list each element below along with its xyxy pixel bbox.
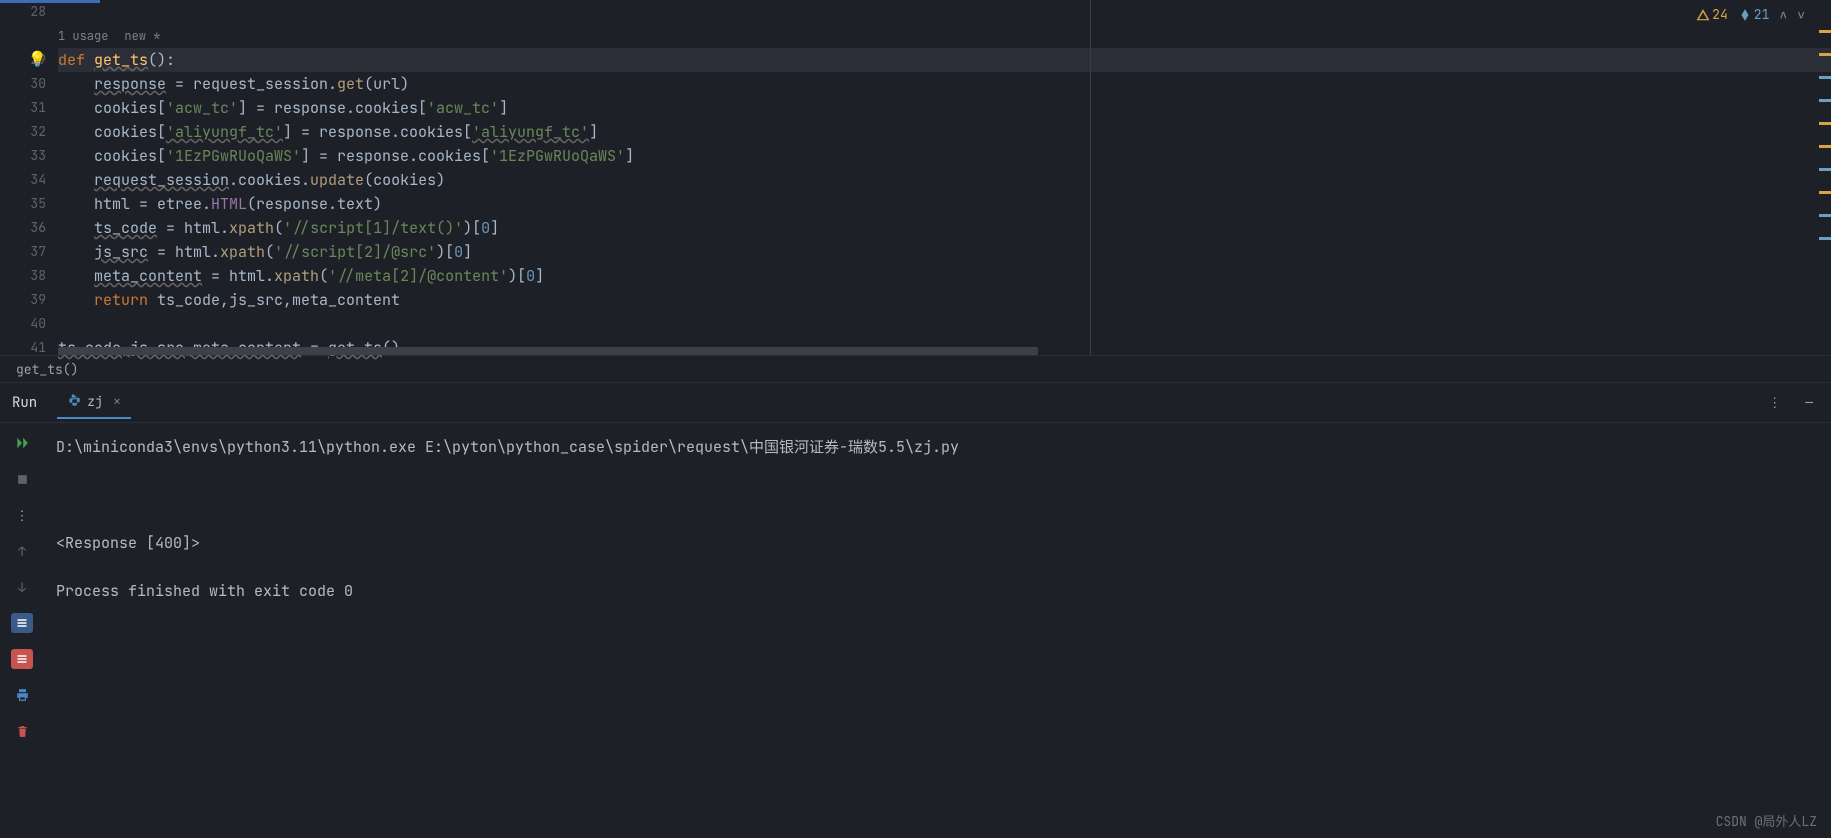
python-file-icon xyxy=(67,393,81,411)
line-number[interactable]: 32 xyxy=(0,120,46,144)
intention-bulb-icon[interactable]: 💡 xyxy=(28,49,47,69)
prev-highlight-icon[interactable]: ∧ xyxy=(1779,6,1787,23)
usages-hint[interactable]: 1 usage xyxy=(58,28,108,44)
print-icon[interactable] xyxy=(11,685,33,705)
code-line[interactable] xyxy=(58,0,1831,24)
editor-area: 2829303132333435363738394041 💡 1 usagene… xyxy=(0,0,1831,355)
stripe-mark[interactable] xyxy=(1819,145,1831,148)
stripe-mark[interactable] xyxy=(1819,99,1831,102)
stripe-mark[interactable] xyxy=(1819,76,1831,79)
line-number[interactable]: 28 xyxy=(0,0,46,24)
run-tab-label: zj xyxy=(87,393,103,410)
line-number[interactable]: 37 xyxy=(0,240,46,264)
stripe-mark[interactable] xyxy=(1819,168,1831,171)
vcs-new-hint[interactable]: new * xyxy=(124,28,160,44)
weak-warnings-count[interactable]: 21 xyxy=(1738,6,1770,23)
code-line[interactable]: html = etree.HTML(response.text) xyxy=(58,192,1831,216)
code-column[interactable]: 💡 1 usagenew *def get_ts(): response = r… xyxy=(58,0,1831,355)
stripe-mark[interactable] xyxy=(1819,214,1831,217)
line-number[interactable]: 36 xyxy=(0,216,46,240)
warning-icon xyxy=(1696,8,1710,22)
output-line: Process finished with exit code 0 xyxy=(56,581,353,601)
console-area: ⋮ ↑ ↓ D:\miniconda3\envs\python3.11\pyth… xyxy=(0,423,1831,803)
line-number[interactable]: 39 xyxy=(0,288,46,312)
down-stack-icon[interactable]: ↓ xyxy=(11,577,33,597)
code-line[interactable]: response = request_session.get(url) xyxy=(58,72,1831,96)
up-stack-icon[interactable]: ↑ xyxy=(11,541,33,561)
code-line[interactable] xyxy=(58,312,1831,336)
soft-wrap-button[interactable] xyxy=(11,613,33,633)
code-line[interactable]: return ts_code,js_src,meta_content xyxy=(58,288,1831,312)
next-highlight-icon[interactable]: ∨ xyxy=(1797,6,1805,23)
code-line[interactable]: cookies['aliyungf_tc'] = response.cookie… xyxy=(58,120,1831,144)
line-number[interactable]: 30 xyxy=(0,72,46,96)
output-line: D:\miniconda3\envs\python3.11\python.exe… xyxy=(56,437,959,457)
run-menu-icon[interactable]: ⋮ xyxy=(1762,394,1787,411)
line-number[interactable]: 35 xyxy=(0,192,46,216)
line-number[interactable]: 31 xyxy=(0,96,46,120)
code-line[interactable]: cookies['acw_tc'] = response.cookies['ac… xyxy=(58,96,1831,120)
code-line[interactable]: request_session.cookies.update(cookies) xyxy=(58,168,1831,192)
console-toolbar: ⋮ ↑ ↓ xyxy=(0,423,44,803)
run-title: Run xyxy=(12,394,45,412)
code-line[interactable]: js_src = html.xpath('//script[2]/@src')[… xyxy=(58,240,1831,264)
line-number[interactable]: 34 xyxy=(0,168,46,192)
line-number[interactable]: 41 xyxy=(0,336,46,360)
code-line[interactable]: ts_code = html.xpath('//script[1]/text()… xyxy=(58,216,1831,240)
more-actions-icon[interactable]: ⋮ xyxy=(11,505,33,525)
code-line[interactable]: def get_ts(): xyxy=(58,48,1831,72)
scroll-to-end-button[interactable] xyxy=(11,649,33,669)
stripe-mark[interactable] xyxy=(1819,237,1831,240)
inspection-indicators[interactable]: 24 21 ∧ ∨ xyxy=(1696,6,1805,23)
warnings-count[interactable]: 24 xyxy=(1696,6,1728,23)
stripe-mark[interactable] xyxy=(1819,191,1831,194)
stripe-mark[interactable] xyxy=(1819,30,1831,33)
clear-all-icon[interactable] xyxy=(11,721,33,741)
code-line[interactable]: meta_content = html.xpath('//meta[2]/@co… xyxy=(58,264,1831,288)
breadcrumb-item[interactable]: get_ts() xyxy=(16,361,78,378)
watermark: CSDN @局外人LZ xyxy=(1716,811,1817,830)
code-line[interactable]: cookies['1EzPGwRUoQaWS'] = response.cook… xyxy=(58,144,1831,168)
stripe-mark[interactable] xyxy=(1819,53,1831,56)
inlay-hints[interactable]: 1 usage new * xyxy=(58,24,1831,48)
error-stripe[interactable] xyxy=(1819,30,1831,260)
minimize-icon[interactable]: — xyxy=(1799,394,1819,411)
weak-warning-icon xyxy=(1738,8,1752,22)
console-output[interactable]: D:\miniconda3\envs\python3.11\python.exe… xyxy=(44,423,1831,803)
right-margin-line xyxy=(1090,0,1091,355)
line-number[interactable]: 38 xyxy=(0,264,46,288)
rerun-button[interactable] xyxy=(11,433,33,453)
line-number[interactable]: 33 xyxy=(0,144,46,168)
horizontal-scrollbar[interactable] xyxy=(58,347,1038,355)
stop-button[interactable] xyxy=(11,469,33,489)
output-line: <Response [400]> xyxy=(56,533,200,553)
stripe-mark[interactable] xyxy=(1819,122,1831,125)
run-tab[interactable]: zj × xyxy=(57,387,131,419)
line-number[interactable]: 40 xyxy=(0,312,46,336)
close-tab-icon[interactable]: × xyxy=(113,393,121,411)
run-tool-header: Run zj × ⋮ — xyxy=(0,383,1831,423)
